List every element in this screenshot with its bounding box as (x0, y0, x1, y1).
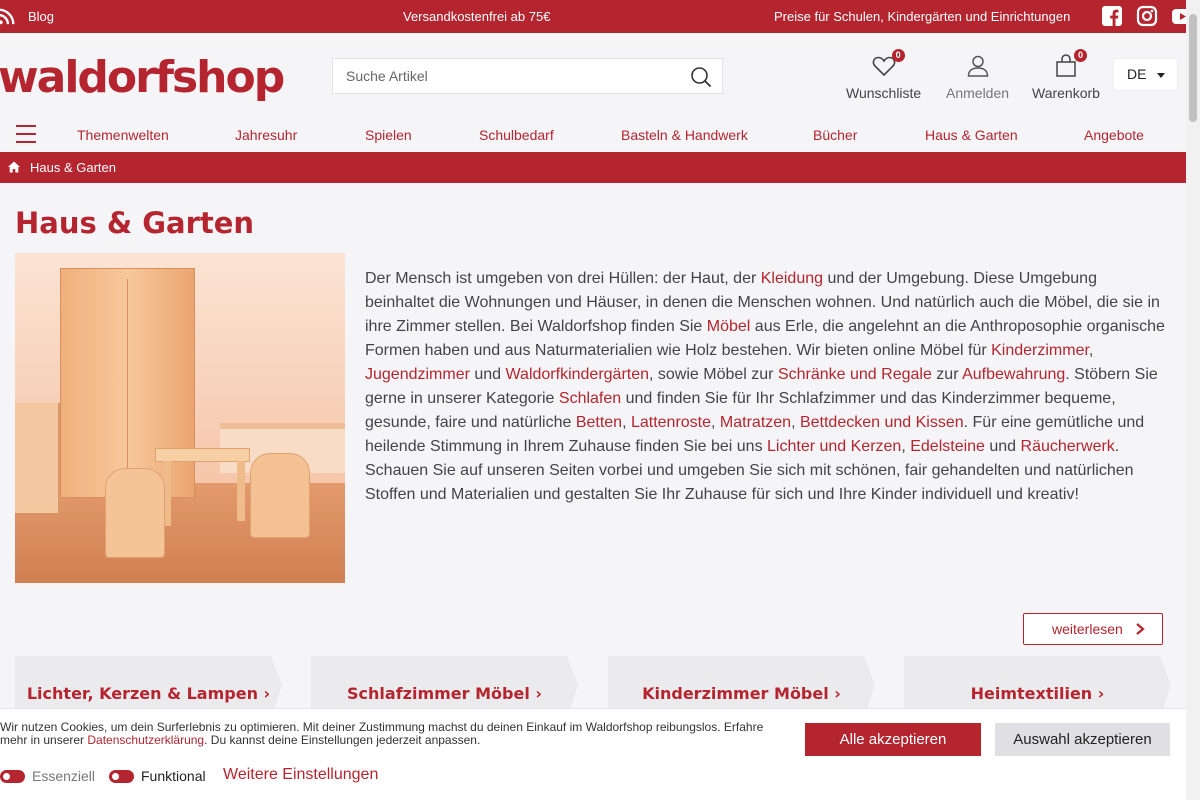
desc-text: Der Mensch ist umgeben von drei Hüllen: … (365, 270, 761, 287)
language-label: DE (1127, 66, 1147, 82)
facebook-icon[interactable] (1101, 5, 1123, 27)
social-links (1101, 5, 1193, 27)
link-moebel[interactable]: Möbel (707, 318, 751, 335)
cart-label: Warenkorb (1032, 85, 1100, 101)
chevron-right-icon (1136, 623, 1145, 635)
accept-all-button[interactable]: Alle akzeptieren (805, 723, 981, 756)
link-matratzen[interactable]: Matratzen (720, 414, 791, 431)
link-lichter-kerzen[interactable]: Lichter und Kerzen (767, 438, 901, 455)
wishlist-count-badge: 0 (891, 49, 905, 62)
chevron-right-icon: › (834, 684, 841, 703)
nav-item-themenwelten[interactable]: Themenwelten (77, 127, 169, 143)
page-title: Haus & Garten (15, 206, 255, 240)
desc-text: und (469, 366, 506, 383)
link-kinderzimmer[interactable]: Kinderzimmer (991, 342, 1089, 359)
link-lattenroste[interactable]: Lattenroste (631, 414, 711, 431)
further-settings-link[interactable]: Weitere Einstellungen (223, 766, 378, 784)
institutions-link[interactable]: Preise für Schulen, Kindergärten und Ein… (774, 9, 1070, 24)
search-icon[interactable] (690, 66, 712, 88)
privacy-policy-link[interactable]: Datenschutzerklärung (87, 733, 204, 747)
tile-schlafzimmer-moebel[interactable]: Schlafzimmer Möbel › (311, 656, 578, 716)
toggle-functional[interactable]: Funktional (109, 768, 206, 784)
link-waldorfkindergaerten[interactable]: Waldorfkindergärten (506, 366, 649, 383)
home-icon[interactable] (8, 161, 20, 173)
desc-text: , (901, 438, 911, 455)
page: Blog Versandkostenfrei ab 75€ Preise für… (0, 0, 1200, 800)
breadcrumb-current: Haus & Garten (30, 160, 116, 175)
read-more-label: weiterlesen (1052, 621, 1123, 637)
desc-text: , (791, 414, 800, 431)
link-betten[interactable]: Betten (576, 414, 622, 431)
shipping-notice: Versandkostenfrei ab 75€ (403, 9, 551, 24)
category-image (15, 253, 345, 583)
toggle-essential[interactable]: Essenziell (0, 768, 95, 784)
user-icon (967, 55, 988, 77)
chevron-right-icon: › (535, 684, 542, 703)
tile-label: Schlafzimmer Möbel (347, 684, 530, 703)
link-kleidung[interactable]: Kleidung (761, 270, 823, 287)
tile-heimtextilien[interactable]: Heimtextilien › (904, 656, 1171, 716)
link-edelsteine[interactable]: Edelsteine (910, 438, 985, 455)
desc-text: und (984, 438, 1021, 455)
main-nav: Themenwelten Jahresuhr Spielen Schulbeda… (0, 120, 1186, 152)
nav-item-schulbedarf[interactable]: Schulbedarf (479, 127, 554, 143)
tile-label: Lichter, Kerzen & Lampen (26, 684, 258, 703)
link-jugendzimmer[interactable]: Jugendzimmer (365, 366, 470, 383)
accept-selection-button[interactable]: Auswahl akzeptieren (995, 723, 1170, 756)
desc-text: , (622, 414, 631, 431)
wishlist-label: Wunschliste (846, 85, 922, 101)
desc-text: , (711, 414, 720, 431)
toggle-switch (0, 769, 25, 783)
toggle-functional-label: Funktional (141, 768, 206, 784)
link-aufbewahrung[interactable]: Aufbewahrung (962, 366, 1065, 383)
blog-label: Blog (28, 8, 55, 24)
link-raeucherwerk[interactable]: Räucherwerk (1021, 438, 1115, 455)
tile-label: Kinderzimmer Möbel (642, 684, 829, 703)
instagram-icon[interactable] (1136, 5, 1158, 27)
search-box (332, 58, 723, 94)
breadcrumb: Haus & Garten (0, 152, 1186, 183)
category-description: Der Mensch ist umgeben von drei Hüllen: … (365, 267, 1170, 507)
chevron-right-icon: › (263, 684, 271, 703)
blog-link[interactable]: Blog (0, 6, 54, 26)
logo[interactable]: waldorfshop (0, 53, 285, 103)
search-input[interactable] (333, 59, 673, 93)
chevron-right-icon: › (1097, 684, 1105, 703)
menu-icon[interactable] (16, 125, 36, 143)
link-bettdecken-kissen[interactable]: Bettdecken und Kissen (800, 414, 964, 431)
nav-item-spielen[interactable]: Spielen (365, 127, 412, 143)
nav-item-jahresuhr[interactable]: Jahresuhr (235, 127, 297, 143)
cookie-text: . Du kannst deine Einstellungen jederzei… (204, 733, 481, 747)
rss-icon (0, 8, 15, 25)
read-more-button[interactable]: weiterlesen (1023, 613, 1163, 645)
nav-item-basteln-handwerk[interactable]: Basteln & Handwerk (621, 127, 748, 143)
cart-count-badge: 0 (1073, 49, 1087, 62)
scrollbar-thumb[interactable] (1189, 14, 1197, 122)
link-schraenke-regale[interactable]: Schränke und Regale (778, 366, 932, 383)
wishlist-button[interactable]: 0 Wunschliste (846, 49, 922, 101)
cookie-banner: Wir nutzen Cookies, um dein Surferlebnis… (0, 708, 1186, 800)
desc-text: , sowie Möbel zur (649, 366, 778, 383)
subcategory-tiles: Lichter, Kerzen & Lampen › Schlafzimmer … (0, 656, 1186, 716)
cart-button[interactable]: 0 Warenkorb (1032, 49, 1100, 101)
desc-text: , (1088, 342, 1094, 359)
language-select[interactable]: DE (1113, 58, 1178, 91)
toggle-essential-label: Essenziell (32, 768, 96, 784)
header: waldorfshop 0 Wunschliste (0, 33, 1186, 120)
desc-text: zur (931, 366, 963, 383)
link-schlafen[interactable]: Schlafen (559, 390, 621, 407)
scrollbar[interactable] (1186, 0, 1200, 800)
nav-item-haus-garten[interactable]: Haus & Garten (925, 127, 1018, 143)
cookie-message: Wir nutzen Cookies, um dein Surferlebnis… (0, 721, 780, 747)
toggle-switch (109, 769, 134, 783)
tile-lichter-kerzen-lampen[interactable]: Lichter, Kerzen & Lampen › (15, 656, 282, 716)
caret-down-icon (1157, 73, 1165, 78)
tile-label: Heimtextilien (970, 684, 1093, 703)
login-button[interactable]: Anmelden (946, 53, 1009, 101)
top-bar: Blog Versandkostenfrei ab 75€ Preise für… (0, 0, 1193, 33)
tile-kinderzimmer-moebel[interactable]: Kinderzimmer Möbel › (608, 656, 875, 716)
login-label: Anmelden (946, 85, 1010, 101)
nav-item-buecher[interactable]: Bücher (813, 127, 857, 143)
nav-item-angebote[interactable]: Angebote (1084, 127, 1144, 143)
